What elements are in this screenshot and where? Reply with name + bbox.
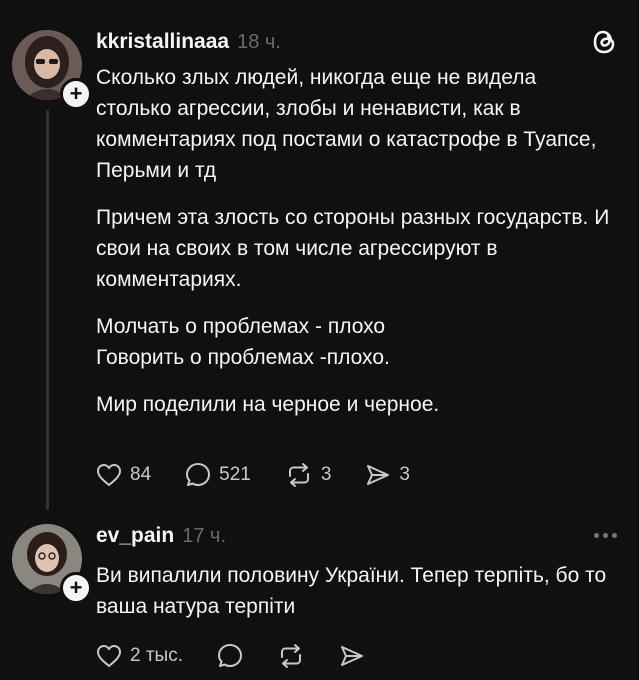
repost-icon xyxy=(288,463,309,487)
share-send-icon xyxy=(340,646,363,666)
threads-logo-icon[interactable] xyxy=(592,28,618,61)
post1-header: kkristallinaaa 18 ч. xyxy=(96,30,281,54)
username[interactable]: ev_pain xyxy=(96,524,174,548)
like-button[interactable]: 2 тыс. xyxy=(96,644,183,668)
post2-header: ev_pain 17 ч. xyxy=(96,524,226,548)
post1-paragraph-1: Сколько злых людей, никогда еще не видел… xyxy=(96,66,597,182)
post2-avatar-wrap[interactable]: + xyxy=(12,524,92,604)
post1-paragraph-4: Мир поделили на черное и черное. xyxy=(96,393,440,416)
post1-avatar-wrap[interactable]: + xyxy=(12,30,92,110)
repost-count: 3 xyxy=(320,464,332,485)
comment-bubble-icon xyxy=(217,644,242,667)
timestamp: 18 ч. xyxy=(237,31,281,53)
like-count: 2 тыс. xyxy=(130,645,183,666)
like-button[interactable]: 84 xyxy=(96,463,151,487)
comment-count: 521 xyxy=(219,464,251,485)
repost-button[interactable]: 3 xyxy=(285,462,332,488)
follow-plus-icon[interactable]: + xyxy=(60,78,92,110)
post2-paragraph: Ви випалили половину України. Тепер терп… xyxy=(96,564,607,618)
username[interactable]: kkristallinaaa xyxy=(96,30,229,54)
post1-paragraph-2: Причем эта злость со стороны разных госу… xyxy=(96,206,610,291)
comment-button[interactable]: 521 xyxy=(185,462,251,488)
repost-button[interactable] xyxy=(277,643,305,669)
like-count: 84 xyxy=(130,464,152,485)
timestamp: 17 ч. xyxy=(182,525,226,547)
post1-actions: 84 521 3 3 xyxy=(96,462,444,488)
post2-actions: 2 тыс. xyxy=(96,643,399,669)
share-count: 3 xyxy=(399,464,410,485)
comment-bubble-icon xyxy=(186,463,211,486)
share-button[interactable] xyxy=(339,644,365,668)
heart-icon xyxy=(96,463,122,487)
share-send-icon xyxy=(367,465,390,485)
post1-paragraph-3: Молчать о проблемах - плохо Говорить о п… xyxy=(96,315,390,369)
repost-icon xyxy=(280,644,301,668)
heart-icon xyxy=(96,644,122,668)
post1-text: Сколько злых людей, никогда еще не видел… xyxy=(96,62,616,420)
follow-plus-icon[interactable]: + xyxy=(60,572,92,604)
dot xyxy=(612,533,617,538)
more-dots-icon[interactable] xyxy=(594,533,617,538)
dot xyxy=(594,533,599,538)
post2-text: Ви випалили половину України. Тепер терп… xyxy=(96,560,616,622)
dot xyxy=(603,533,608,538)
comment-button[interactable] xyxy=(217,643,243,669)
thread-line xyxy=(46,110,49,510)
share-button[interactable]: 3 xyxy=(365,463,410,487)
